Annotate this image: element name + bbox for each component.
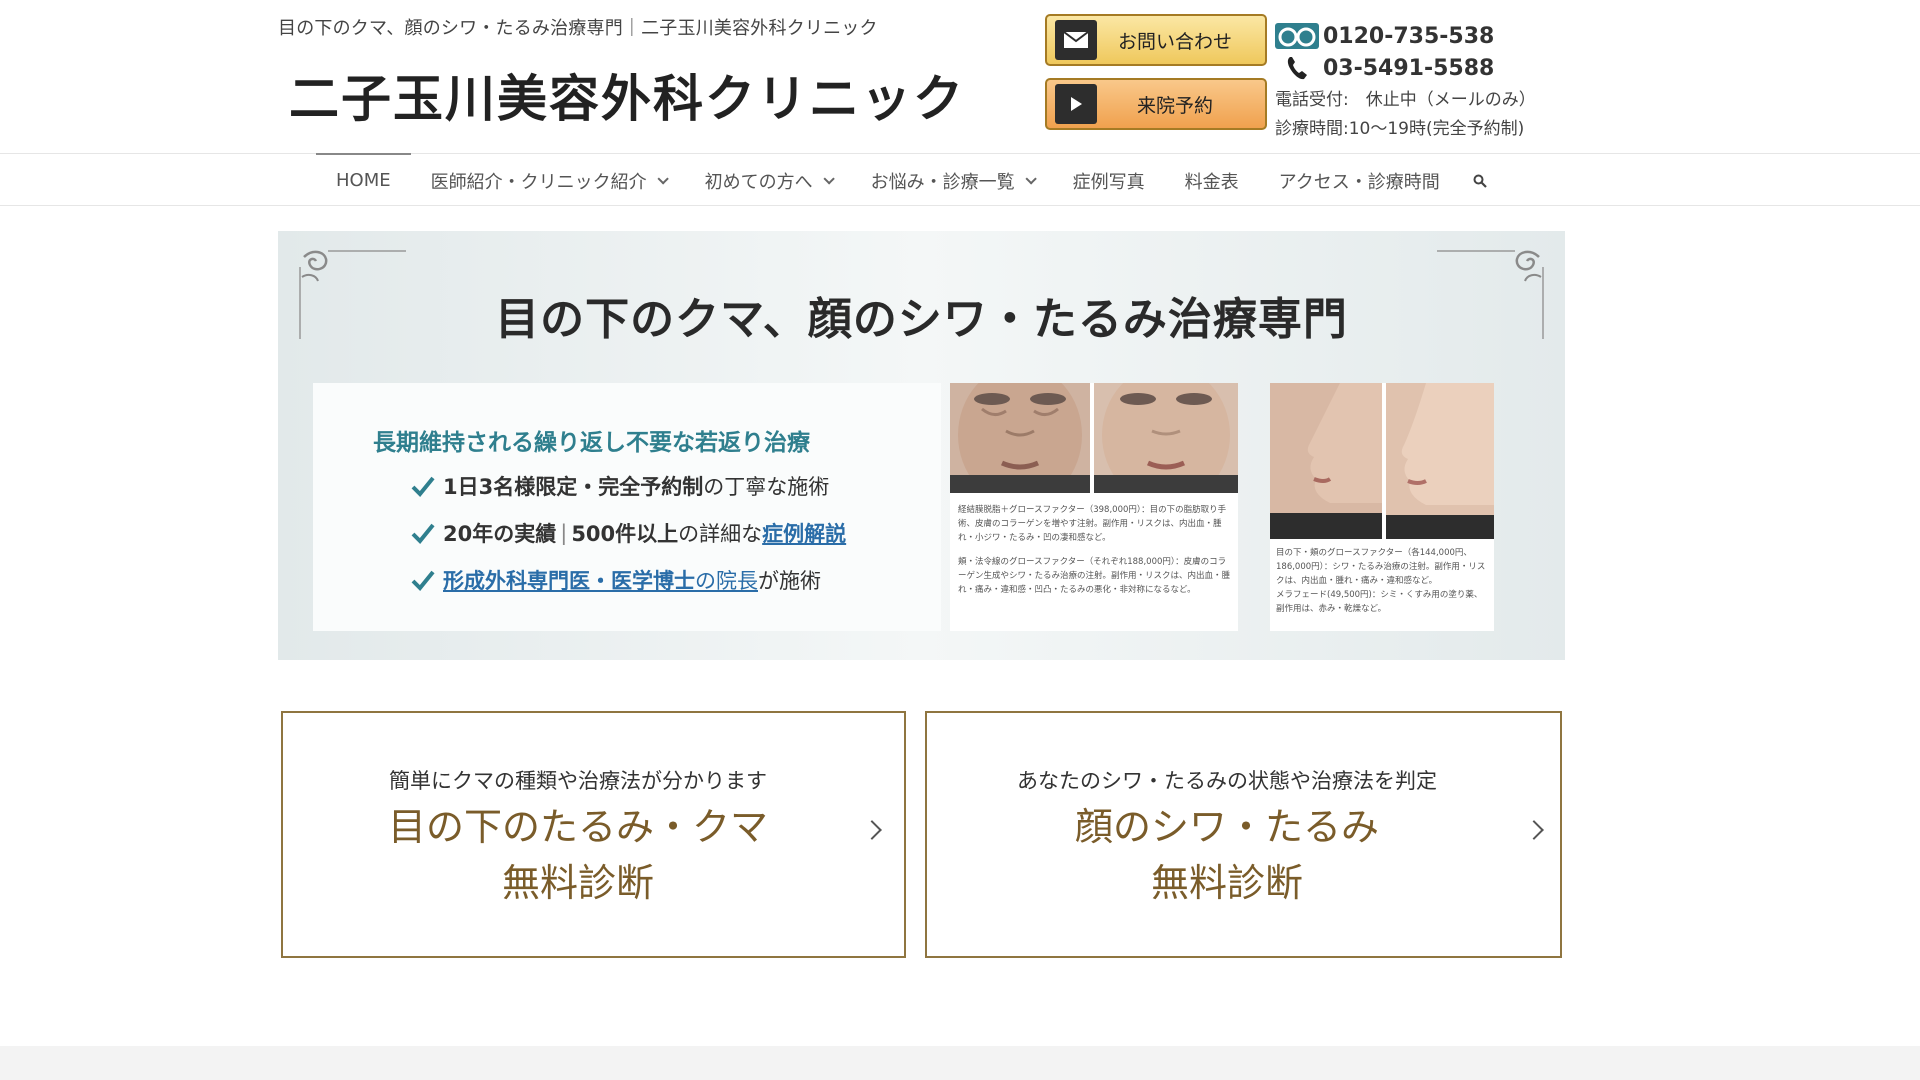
diagnosis-title-line: 無料診断 <box>1150 861 1303 905</box>
play-icon <box>1055 84 1097 124</box>
diagnosis-title: 目の下のたるみ・クマ 無料診断 <box>283 799 873 911</box>
check-icon <box>411 570 435 591</box>
diagnosis-title-line: 目の下のたるみ・クマ <box>387 805 768 849</box>
mail-icon <box>1055 20 1097 60</box>
nav-case-photos[interactable]: 症例写真 <box>1053 154 1165 207</box>
site-tagline: 目の下のクマ、顔のシワ・たるみ治療専門｜二子玉川美容外科クリニック <box>278 18 878 39</box>
diagnosis-subtitle: 簡単にクマの種類や治療法が分かります <box>389 769 767 793</box>
nav-treatments[interactable]: お悩み・診療一覧 <box>851 154 1053 207</box>
feature-item: 1日3名様限定・完全予約制 の丁寧な施術 <box>411 471 829 501</box>
reception-status: 電話受付: 休止中（メールのみ） <box>1275 90 1536 110</box>
case-photo-before <box>950 383 1090 493</box>
feature-text: の詳細な <box>678 522 763 546</box>
reserve-button-label: 来院予約 <box>1136 94 1213 117</box>
diagnosis-title: 顔のシワ・たるみ 無料診断 <box>927 799 1527 911</box>
nav-case-photos-label: 症例写真 <box>1072 171 1145 193</box>
eye-bags-diagnosis-card[interactable]: 簡単にクマの種類や治療法が分かります 目の下のたるみ・クマ 無料診断 <box>281 711 906 958</box>
hero-banner[interactable]: 目の下のクマ、顔のシワ・たるみ治療専門 長期維持される繰り返し不要な若返り治療 … <box>278 231 1565 660</box>
nav-price-list[interactable]: 料金表 <box>1165 154 1259 207</box>
phone-icon <box>1275 54 1319 82</box>
case-photo-after <box>1094 383 1238 493</box>
wrinkle-diagnosis-card[interactable]: あなたのシワ・たるみの状態や治療法を判定 顔のシワ・たるみ 無料診断 <box>925 711 1562 958</box>
nav-doctor-clinic-label: 医師紹介・クリニック紹介 <box>430 171 647 193</box>
hero-features-box: 長期維持される繰り返し不要な若返り治療 1日3名様限定・完全予約制 の丁寧な施術… <box>313 383 941 631</box>
footer-band <box>0 1046 1920 1080</box>
feature-highlight: 1日3名様限定・完全予約制 <box>443 475 704 499</box>
case-photo-card[interactable]: 目の下・頬のグロースファクター（各144,000円、186,000円）：シワ・た… <box>1270 383 1494 631</box>
case-caption: 経結膜脱脂＋グロースファクター（398,000円）：目の下の脂肪取り手術、皮膚の… <box>958 503 1232 597</box>
contact-button-label: お問い合わせ <box>1117 30 1232 53</box>
free-dial-number: 0120-735-538 <box>1323 23 1495 49</box>
feature-item: 形成外科専門医・医学博士 の院長 が施術 <box>411 565 821 595</box>
contact-info: 0120-735-538 03-5491-5588 電話受付: 休止中（メールの… <box>1275 20 1575 144</box>
free-dial-icon <box>1275 22 1319 50</box>
feature-text: の丁寧な施術 <box>703 475 830 499</box>
clinic-hours: 診療時間:10～19時(完全予約制) <box>1275 119 1525 139</box>
nav-access-hours[interactable]: アクセス・診療時間 <box>1259 154 1460 207</box>
feature-item: 20年の実績 | 500件以上 の詳細な 症例解説 <box>411 518 846 548</box>
case-photo-after <box>1386 383 1494 539</box>
feature-text: が施術 <box>758 569 821 593</box>
logo-text: 二子玉川美容外科クリニック <box>289 70 965 128</box>
case-photo-before <box>1270 383 1382 539</box>
chevron-down-icon <box>1025 172 1037 185</box>
diagnosis-subtitle: あなたのシワ・たるみの状態や治療法を判定 <box>1017 769 1437 793</box>
chevron-down-icon <box>823 172 835 185</box>
reserve-button[interactable]: 来院予約 <box>1045 78 1267 130</box>
case-caption-text: 頬・法令線のグロースファクター（それぞれ188,000円）：皮膚のコラーゲン生成… <box>958 557 1231 595</box>
chevron-right-icon <box>1524 820 1544 840</box>
case-explanation-link[interactable]: 症例解説 <box>762 518 846 548</box>
case-caption-text: 経結膜脱脂＋グロースファクター（398,000円）：目の下の脂肪取り手術、皮膚の… <box>958 505 1227 543</box>
nav-first-visit[interactable]: 初めての方へ <box>685 154 851 207</box>
case-caption-text: 目の下・頬のグロースファクター（各144,000円、186,000円）：シワ・た… <box>1276 548 1486 586</box>
nav-search-button[interactable] <box>1460 154 1500 207</box>
nav-home-label: HOME <box>336 170 391 191</box>
nav-doctor-clinic[interactable]: 医師紹介・クリニック紹介 <box>411 154 685 207</box>
clinic-logo[interactable]: 二子玉川美容外科クリニック <box>283 50 963 140</box>
feature-separator: | <box>560 521 568 545</box>
hero-title: 目の下のクマ、顔のシワ・たるみ治療専門 <box>495 294 1348 345</box>
contact-button[interactable]: お問い合わせ <box>1045 14 1267 66</box>
main-navigation: HOME 医師紹介・クリニック紹介 初めての方へ お悩み・診療一覧 症例写真 料… <box>0 153 1920 206</box>
nav-treatments-label: お悩み・診療一覧 <box>870 171 1015 193</box>
feature-highlight: 500件以上 <box>571 522 679 546</box>
free-dial-row[interactable]: 0120-735-538 <box>1275 20 1575 52</box>
search-icon <box>1473 174 1487 188</box>
nav-home[interactable]: HOME <box>316 153 411 207</box>
check-icon <box>411 523 435 544</box>
hero-subtitle: 長期維持される繰り返し不要な若返り治療 <box>373 430 810 456</box>
nav-first-visit-label: 初めての方へ <box>704 171 813 193</box>
nav-price-list-label: 料金表 <box>1184 171 1239 193</box>
director-link[interactable]: の院長 <box>695 565 758 595</box>
case-caption-text: メラフェード(49,500円)：シミ・くすみ用の塗り薬、副作用は、赤み・乾燥など… <box>1276 590 1483 614</box>
chevron-down-icon <box>657 172 669 185</box>
feature-highlight: 20年の実績 <box>443 522 557 546</box>
nav-access-hours-label: アクセス・診療時間 <box>1278 171 1440 193</box>
phone-row[interactable]: 03-5491-5588 <box>1275 52 1575 84</box>
case-photo-card[interactable]: 経結膜脱脂＋グロースファクター（398,000円）：目の下の脂肪取り手術、皮膚の… <box>950 383 1238 631</box>
phone-number: 03-5491-5588 <box>1323 55 1495 81</box>
diagnosis-title-line: 無料診断 <box>501 861 654 905</box>
diagnosis-title-line: 顔のシワ・たるみ <box>1074 805 1379 849</box>
check-icon <box>411 476 435 497</box>
specialist-link[interactable]: 形成外科専門医・医学博士 <box>443 565 695 595</box>
case-caption: 目の下・頬のグロースファクター（各144,000円、186,000円）：シワ・た… <box>1276 546 1490 616</box>
